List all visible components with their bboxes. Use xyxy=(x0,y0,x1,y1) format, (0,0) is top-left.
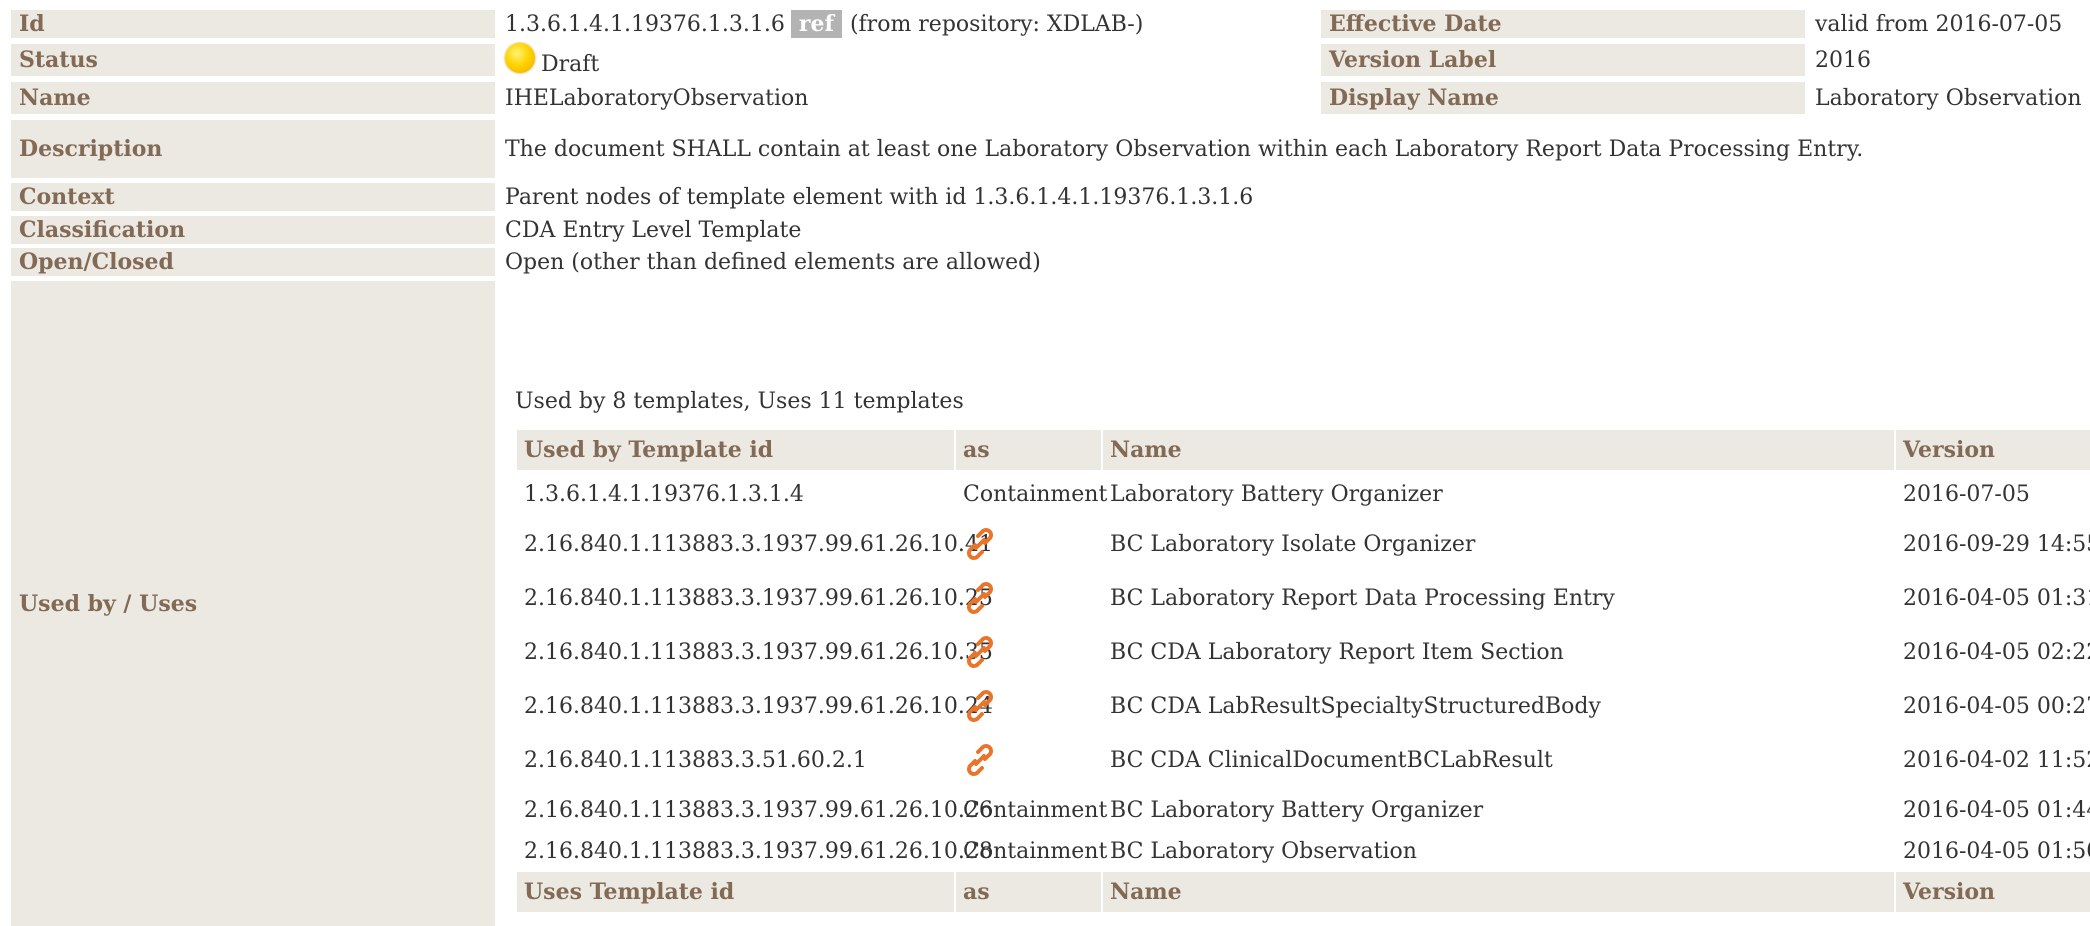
uses-as-header: as xyxy=(956,872,1101,912)
as-cell: Containment xyxy=(963,797,1108,823)
uses-name-header: Name xyxy=(1103,872,1894,912)
version-label-value: 2016 xyxy=(1815,47,1871,73)
used-by-version-header: Version xyxy=(1896,430,2090,470)
context-label: Context xyxy=(11,183,495,211)
version-cell: 2016-04-02 11:52: xyxy=(1903,747,2090,773)
effective-date-value: valid from 2016-07-05 xyxy=(1815,11,2063,37)
version-cell: 2016-09-29 14:55: xyxy=(1903,531,2090,557)
display-name-label: Display Name xyxy=(1321,82,1805,114)
context-value: Parent nodes of template element with id… xyxy=(505,184,1254,210)
link-chain-icon[interactable] xyxy=(963,576,997,620)
link-chain-icon[interactable] xyxy=(963,738,997,782)
template-name-cell: BC Laboratory Isolate Organizer xyxy=(1110,531,1476,557)
template-id-cell[interactable]: 1.3.6.1.4.1.19376.1.3.1.4 xyxy=(524,476,804,512)
display-name-value: Laboratory Observation xyxy=(1815,85,2082,111)
template-name-cell: BC Laboratory Report Data Processing Ent… xyxy=(1110,585,1615,611)
id-value: 1.3.6.1.4.1.19376.1.3.1.6 xyxy=(505,11,785,37)
template-id-cell[interactable]: 2.16.840.1.113883.3.1937.99.61.26.10.28 xyxy=(524,833,993,869)
version-cell: 2016-04-05 00:27: xyxy=(1903,693,2090,719)
uses-template-id-header: Uses Template id xyxy=(517,872,954,912)
template-id-cell[interactable]: 2.16.840.1.113883.3.1937.99.61.26.10.35 xyxy=(524,630,993,674)
uses-version-header: Version xyxy=(1896,872,2090,912)
template-name-cell: BC CDA LabResultSpecialtyStructuredBody xyxy=(1110,693,1601,719)
status-value: Draft xyxy=(541,51,600,77)
classification-value: CDA Entry Level Template xyxy=(505,217,802,243)
ref-badge[interactable]: ref xyxy=(790,10,842,38)
used-by-name-header: Name xyxy=(1103,430,1894,470)
template-id-cell[interactable]: 2.16.840.1.113883.3.1937.99.61.26.10.41 xyxy=(524,522,993,566)
template-id-cell[interactable]: 2.16.840.1.113883.3.51.60.2.1 xyxy=(524,738,867,782)
version-cell: 2016-04-05 01:44: xyxy=(1903,797,2090,823)
open-closed-value: Open (other than defined elements are al… xyxy=(505,249,1041,275)
link-chain-icon[interactable] xyxy=(963,630,997,674)
draft-status-icon xyxy=(505,43,535,73)
effective-date-label: Effective Date xyxy=(1321,10,1805,38)
description-value: The document SHALL contain at least one … xyxy=(505,136,1864,162)
open-closed-label: Open/Closed xyxy=(11,248,495,276)
version-cell: 2016-04-05 02:22: xyxy=(1903,639,2090,665)
version-cell: 2016-04-05 01:31: xyxy=(1903,585,2090,611)
version-cell: 2016-04-05 01:50: xyxy=(1903,838,2090,864)
template-id-cell[interactable]: 2.16.840.1.113883.3.1937.99.61.26.10.26 xyxy=(524,792,993,828)
description-label: Description xyxy=(11,120,495,178)
as-cell: Containment xyxy=(963,481,1108,507)
status-value-cell: Draft xyxy=(505,43,600,84)
template-name-cell: BC CDA Laboratory Report Item Section xyxy=(1110,639,1564,665)
link-chain-icon[interactable] xyxy=(963,522,997,566)
name-label: Name xyxy=(11,82,495,114)
template-id-cell[interactable]: 2.16.840.1.113883.3.1937.99.61.26.10.25 xyxy=(524,576,993,620)
template-name-cell: BC CDA ClinicalDocumentBCLabResult xyxy=(1110,747,1553,773)
template-detail-page: Id 1.3.6.1.4.1.19376.1.3.1.6 ref (from r… xyxy=(0,0,2090,926)
repository-text: (from repository: XDLAB-) xyxy=(849,11,1144,37)
link-chain-icon[interactable] xyxy=(963,684,997,728)
name-value: IHELaboratoryObservation xyxy=(505,85,809,111)
template-id-cell[interactable]: 2.16.840.1.113883.3.1937.99.61.26.10.24 xyxy=(524,684,993,728)
template-name-cell: BC Laboratory Observation xyxy=(1110,838,1417,864)
template-name-cell: BC Laboratory Battery Organizer xyxy=(1110,797,1484,823)
as-cell: Containment xyxy=(963,838,1108,864)
used-by-as-header: as xyxy=(956,430,1101,470)
used-by-uses-label: Used by / Uses xyxy=(11,281,495,926)
version-label-label: Version Label xyxy=(1321,44,1805,76)
version-cell: 2016-07-05 xyxy=(1903,481,2030,507)
used-by-template-id-header: Used by Template id xyxy=(517,430,954,470)
id-value-cell: 1.3.6.1.4.1.19376.1.3.1.6 ref (from repo… xyxy=(505,10,1143,38)
id-label: Id xyxy=(11,10,495,38)
classification-label: Classification xyxy=(11,216,495,244)
used-by-summary: Used by 8 templates, Uses 11 templates xyxy=(515,388,964,414)
template-name-cell: Laboratory Battery Organizer xyxy=(1110,481,1443,507)
status-label: Status xyxy=(11,44,495,76)
